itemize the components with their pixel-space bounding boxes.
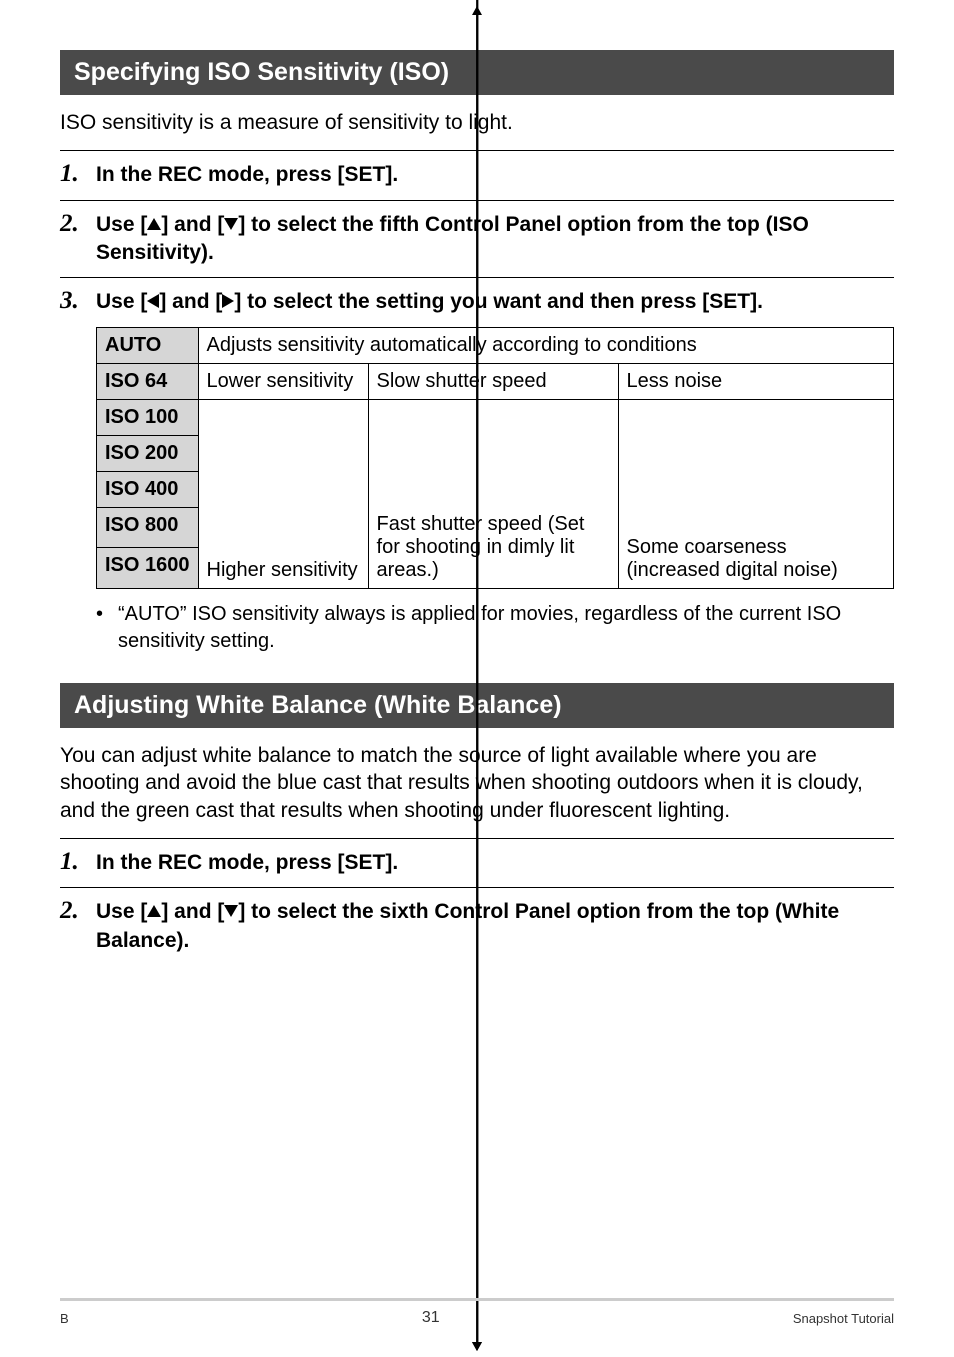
text-fragment: Use [ — [96, 213, 147, 236]
step-number: 2. — [60, 209, 96, 239]
iso-row-header: ISO 1600 — [97, 548, 199, 589]
text-fragment: ] and [ — [161, 213, 224, 236]
col3-top: Less noise — [618, 363, 893, 399]
step-number: 1. — [60, 847, 96, 877]
step-text: In the REC mode, press [SET]. — [96, 159, 398, 189]
iso-row-header: ISO 800 — [97, 507, 199, 548]
table-row: ISO 100 — [97, 399, 894, 435]
up-arrow-icon — [147, 218, 161, 230]
text-fragment: ] and [ — [161, 900, 224, 923]
col1-top: Lower sensitivity — [198, 363, 368, 399]
iso-row-header: ISO 200 — [97, 435, 199, 471]
iso-auto-desc: Adjusts sensitivity automatically accord… — [198, 327, 893, 363]
table-row: ISO 64 Lower sensitivity Slow shutter sp… — [97, 363, 894, 399]
col3-bottom: Some coarseness (increased digital noise… — [618, 507, 893, 589]
footer-left: B — [60, 1311, 69, 1326]
footer-right: Snapshot Tutorial — [793, 1311, 894, 1326]
down-arrow-icon — [224, 905, 238, 917]
step-number: 3. — [60, 286, 96, 316]
text-fragment: ] and [ — [159, 290, 222, 313]
step-number: 1. — [60, 159, 96, 189]
step-text: Use [] and [] to select the fifth Contro… — [96, 209, 894, 268]
note-text: “AUTO” ISO sensitivity always is applied… — [118, 601, 894, 655]
iso-row-header: ISO 100 — [97, 399, 199, 435]
iso-table: AUTO Adjusts sensitivity automatically a… — [96, 327, 894, 590]
step-number: 2. — [60, 896, 96, 926]
step-text: Use [ ] and [ ] to select the setting you … — [96, 286, 763, 316]
bullet-icon: • — [96, 601, 118, 655]
down-arrow-icon — [224, 218, 238, 230]
table-row: AUTO Adjusts sensitivity automatically a… — [97, 327, 894, 363]
shutter-arrow-cell — [368, 399, 618, 507]
text-fragment: Use [ — [96, 290, 147, 313]
col1-bottom: Higher sensitivity — [198, 548, 368, 589]
text-fragment: Use [ — [96, 900, 147, 923]
step-text: Use [] and [] to select the sixth Contro… — [96, 896, 894, 955]
text-fragment: ] to select the setting you want and the… — [234, 290, 763, 313]
iso-row-header: AUTO — [97, 327, 199, 363]
right-arrow-icon — [222, 294, 234, 308]
iso-row-header: ISO 64 — [97, 363, 199, 399]
sensitivity-arrow-cell — [198, 399, 368, 548]
col2-bottom: Fast shutter speed (Set for shooting in … — [368, 507, 618, 589]
step-text: In the REC mode, press [SET]. — [96, 847, 398, 877]
noise-arrow-cell — [618, 399, 893, 507]
page-number: 31 — [422, 1309, 440, 1327]
page-footer: B 31 Snapshot Tutorial — [60, 1298, 894, 1327]
left-arrow-icon — [147, 294, 159, 308]
iso-note: • “AUTO” ISO sensitivity always is appli… — [96, 601, 894, 655]
up-arrow-icon — [147, 905, 161, 917]
col2-top: Slow shutter speed — [368, 363, 618, 399]
iso-row-header: ISO 400 — [97, 471, 199, 507]
